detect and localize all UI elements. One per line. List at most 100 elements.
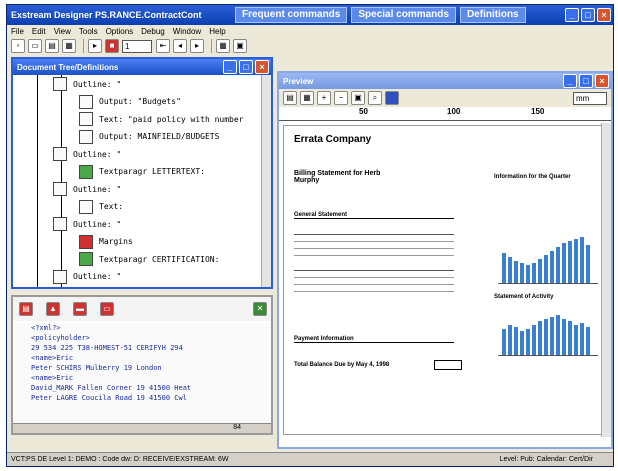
preview-restore-icon[interactable]: □ [579,74,593,88]
tree-node[interactable]: Textparagr CERTIFICATION: [79,250,219,268]
doc-chart-title-1: Information for the Quarter [494,174,571,180]
tree-node[interactable]: Outline: " [53,180,121,198]
tree-node-icon [79,112,93,126]
preview-zoom-out-icon[interactable]: − [334,91,348,105]
application-window: Exstream Designer PS.RANCE.ContractCont … [6,4,614,467]
open-folder-icon[interactable]: ▭ [28,39,42,53]
preview-copy-icon[interactable]: ▦ [300,91,314,105]
tree-scrollbar[interactable] [261,75,271,287]
expand-icon[interactable]: ✕ [253,302,267,316]
data-stop-icon[interactable]: ▬ [73,302,87,316]
document-preview: Errata Company Billing Statement for Her… [283,125,611,435]
tree-node-icon [53,217,67,231]
doc-chart-title-2: Statement of Activity [494,294,554,300]
tree-node[interactable]: Margins [79,233,133,251]
data-line: Peter SCHIRS Mulberry 19 London [31,364,162,372]
menu-view[interactable]: View [54,27,71,36]
data-text-area[interactable]: <?xml?> <policyholder> 29 534 225 T38-HOME… [13,323,271,427]
status-left: VCT:PS DE Level 1: DEMO : Code dw: D: RE… [11,456,229,463]
menu-help[interactable]: Help [209,27,225,36]
preview-zoom-select[interactable]: mm [573,91,607,105]
chart-bar [520,331,524,355]
doc-section-general: General Statement [294,212,454,219]
chart-bar [526,329,530,355]
tree-node[interactable]: Outline: " [53,75,121,93]
print-icon[interactable]: ▤ [45,39,59,53]
stop-icon[interactable]: ■ [105,39,119,53]
preview-minimize-icon[interactable]: _ [563,74,577,88]
menu-options[interactable]: Options [106,27,134,36]
preview-print-icon[interactable]: ▤ [283,91,297,105]
data-position-value: 84 [233,424,241,431]
tab-frequent-commands[interactable]: Frequent commands [235,7,348,23]
chart-bar [508,325,512,355]
tree-node[interactable]: Outline: " [53,215,121,233]
first-page-icon[interactable]: ⇤ [156,39,170,53]
tree-node-icon [79,94,93,109]
menu-edit[interactable]: Edit [32,27,46,36]
tree-node[interactable]: Text: [79,198,123,216]
tab-special-commands[interactable]: Special commands [351,7,456,23]
panel-minimize-icon[interactable]: _ [223,60,237,74]
tree-node-icon [79,234,93,249]
doc-heading: Billing Statement for Herb Murphy [294,170,381,184]
document-tree-panel: Document Tree/Definitions _ □ × Outline:… [11,57,273,289]
previous-page-icon[interactable]: ◂ [173,39,187,53]
grid-icon[interactable]: ▦ [216,39,230,53]
preview-zoom-in-icon[interactable]: + [317,91,331,105]
menu-tools[interactable]: Tools [79,27,98,36]
tree-node[interactable]: Output: "Budgets" [79,93,181,111]
panel-close-icon[interactable]: × [255,60,269,74]
data-run-icon[interactable]: ▲ [46,302,60,316]
data-line: 29 534 225 T38-HOMEST-51 CERIFYH 294 [31,344,183,352]
ruler-mark-100: 100 [447,107,461,116]
close-icon[interactable]: × [597,8,611,22]
tree-node[interactable]: Textparagr LETTERTEXT: [79,163,205,181]
chart-bar [538,321,542,355]
run-icon[interactable]: ▸ [88,39,102,53]
tree-node-label: Textparagr LETTERTEXT: [99,167,205,176]
data-panel-toolbar: ▤ ▲ ▬ ▭ ✕ [13,297,271,321]
data-line: <name>Eric [31,374,74,382]
tree-node-label: Outline: " [73,149,122,159]
menu-debug[interactable]: Debug [141,27,165,36]
preview-scrollbar[interactable] [601,123,611,437]
window-title: Exstream Designer PS.RANCE.ContractCont [11,10,202,20]
maximize-icon[interactable]: □ [581,8,595,22]
minimize-icon[interactable]: _ [565,8,579,22]
tree-node-label: Output: MAINFIELD/BUDGETS [99,132,220,141]
menu-file[interactable]: File [11,27,24,36]
data-line: Peter LAGRE Coucila Road 19 41500 Cwl [31,394,187,402]
preview-title: Preview [283,76,314,86]
tree-node-label: Outline: " [73,219,122,229]
title-bar[interactable]: Exstream Designer PS.RANCE.ContractCont … [7,5,613,25]
chart-bar [508,257,512,283]
tab-definitions[interactable]: Definitions [459,7,526,23]
next-page-icon[interactable]: ▸ [190,39,204,53]
data-folder-icon[interactable]: ▭ [100,302,114,316]
preview-info-icon[interactable] [385,91,399,105]
tree-node[interactable]: Outline: " [53,145,121,163]
preview-fit-icon[interactable]: ▣ [351,91,365,105]
chart-bar [532,263,536,283]
save-icon[interactable]: ▦ [62,39,76,53]
doc-total-box [434,360,462,370]
chart-bar [580,323,584,355]
panel-restore-icon[interactable]: □ [239,60,253,74]
zoom-field[interactable]: 1 [122,39,152,53]
preview-close-icon[interactable]: × [595,74,609,88]
window-icon[interactable]: ▣ [233,39,247,53]
tree-node[interactable]: Outline: " [53,268,121,286]
data-file-icon[interactable]: ▤ [19,302,33,316]
chart-bar [562,243,566,283]
preview-search-icon[interactable]: ⌕ [368,91,382,105]
new-document-icon[interactable]: ▫ [11,39,25,53]
tree-node[interactable]: Output: MAINFIELD/BUDGETS [79,128,219,146]
preview-toolbar: ▤ ▦ + − ▣ ⌕ mm [279,89,611,107]
tree-node[interactable]: Text: "paid policy with number [79,110,244,128]
chart-bar [574,325,578,355]
chart-bar [586,327,590,355]
tree-node-label: Text: "paid policy with number [99,114,244,124]
chart-bar [538,259,542,283]
menu-window[interactable]: Window [173,27,201,36]
